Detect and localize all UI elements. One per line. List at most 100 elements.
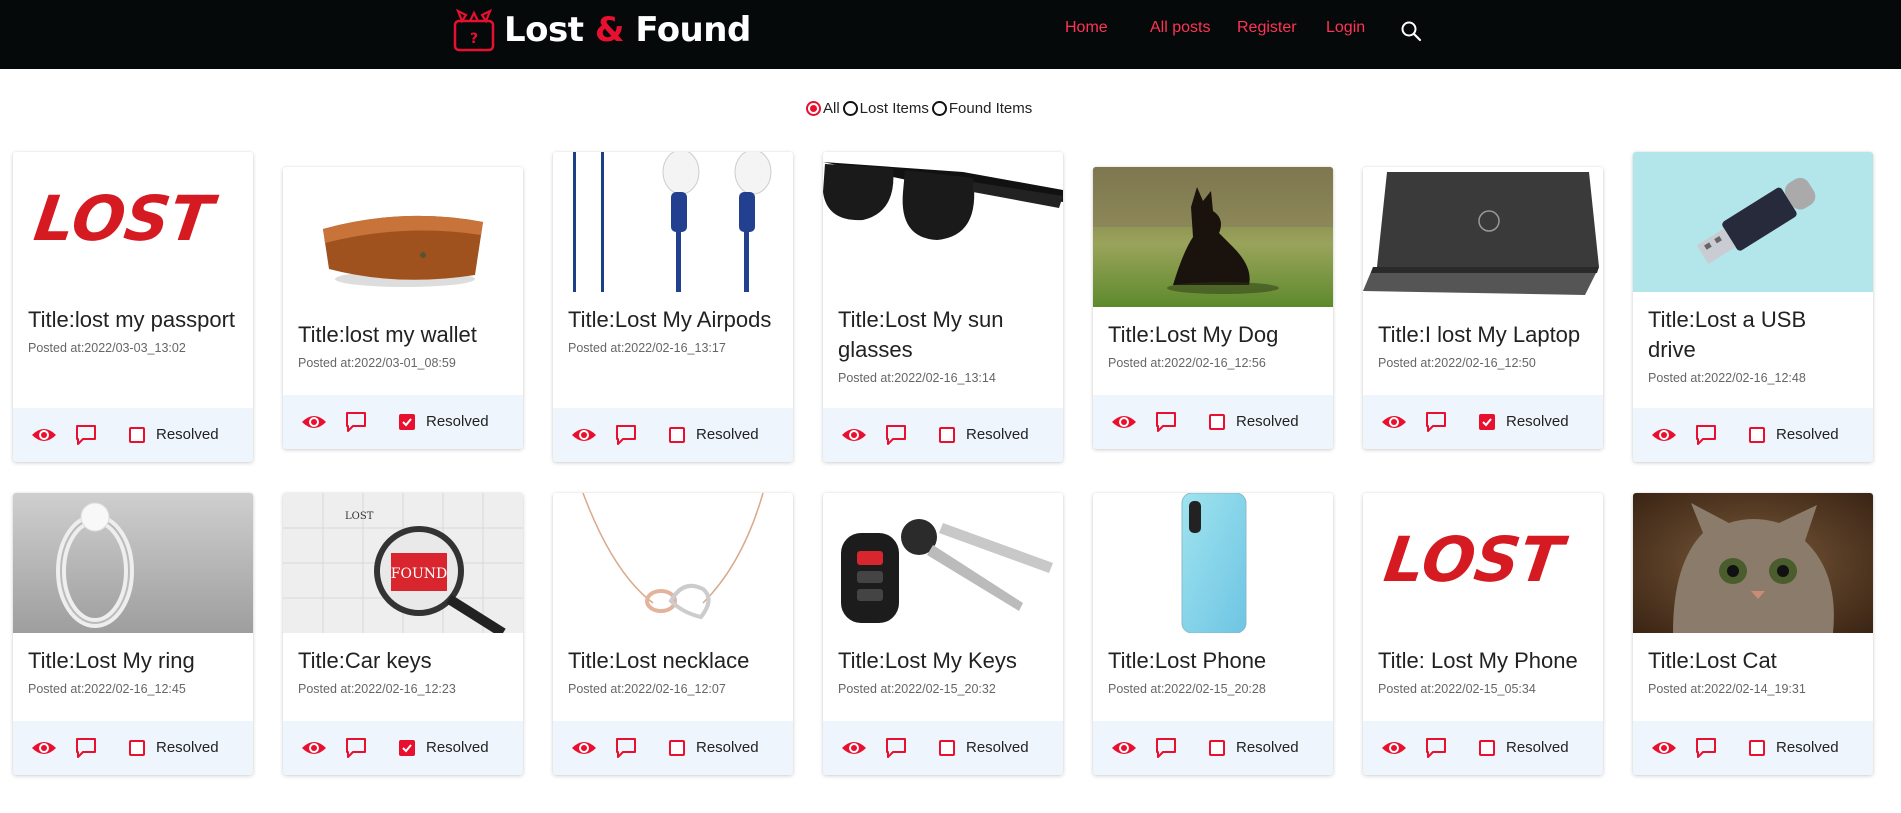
comment-icon[interactable]	[344, 410, 368, 434]
comment-icon[interactable]	[884, 423, 908, 447]
post-card[interactable]: Title:Lost My Keys Posted at:2022/02-15_2…	[823, 493, 1063, 775]
view-eye-icon[interactable]	[31, 737, 57, 759]
post-card[interactable]: Title:Lost a USB drive Posted at:2022/02-…	[1633, 152, 1873, 462]
post-card[interactable]: Title:I lost My Laptop Posted at:2022/02-…	[1363, 167, 1603, 449]
post-title[interactable]: Title:Lost necklace	[553, 633, 793, 676]
resolved-checkbox[interactable]	[129, 740, 145, 756]
necklace-image	[553, 493, 793, 633]
resolved-checkbox[interactable]	[939, 740, 955, 756]
brand-name: Lost & Found	[504, 10, 751, 50]
view-eye-icon[interactable]	[31, 424, 57, 446]
post-title[interactable]: Title:lost my wallet	[283, 307, 523, 350]
post-date: Posted at:2022/02-16_12:48	[1648, 371, 1806, 385]
nav-all-posts[interactable]: All posts	[1150, 19, 1210, 37]
filter-all[interactable]: All	[806, 100, 840, 117]
nav-register[interactable]: Register	[1237, 19, 1297, 37]
post-card[interactable]: LOST Title:lost my passport Posted at:2022…	[13, 152, 253, 462]
comment-icon[interactable]	[74, 736, 98, 760]
comment-icon[interactable]	[1424, 736, 1448, 760]
resolved-checkbox[interactable]	[1209, 740, 1225, 756]
laptop-image	[1363, 167, 1603, 307]
comment-icon[interactable]	[1694, 423, 1718, 447]
resolved-checkbox[interactable]	[1479, 740, 1495, 756]
post-title[interactable]: Title:Lost a USB drive	[1633, 292, 1873, 365]
resolved-checkbox[interactable]	[1749, 427, 1765, 443]
resolved-checkbox[interactable]	[1479, 414, 1495, 430]
resolved-checkbox[interactable]	[669, 740, 685, 756]
resolved-checkbox[interactable]	[1749, 740, 1765, 756]
post-card[interactable]: Title:Lost My ring Posted at:2022/02-16_1…	[13, 493, 253, 775]
radio-button[interactable]	[842, 101, 858, 116]
wallet-image	[283, 167, 523, 307]
view-eye-icon[interactable]	[1381, 411, 1407, 433]
car-keys-image	[823, 493, 1063, 633]
post-title[interactable]: Title:Car keys	[283, 633, 523, 676]
view-eye-icon[interactable]	[301, 411, 327, 433]
nav-home[interactable]: Home	[1065, 19, 1108, 37]
view-eye-icon[interactable]	[1111, 411, 1137, 433]
post-date: Posted at:2022/02-15_20:32	[838, 682, 996, 696]
filter-lost-items[interactable]: Lost Items	[842, 100, 929, 117]
view-eye-icon[interactable]	[571, 424, 597, 446]
view-eye-icon[interactable]	[841, 737, 867, 759]
post-title[interactable]: Title: Lost My Phone	[1363, 633, 1603, 676]
post-date: Posted at:2022/02-16_13:17	[568, 341, 726, 355]
post-title[interactable]: Title:Lost Cat	[1633, 633, 1873, 676]
view-eye-icon[interactable]	[1111, 737, 1137, 759]
brand-logo[interactable]: ? Lost & Found	[452, 6, 751, 54]
radio-button[interactable]	[931, 101, 947, 116]
post-actions: Resolved	[13, 721, 253, 775]
comment-icon[interactable]	[1694, 736, 1718, 760]
radio-button[interactable]	[806, 101, 821, 116]
view-eye-icon[interactable]	[1381, 737, 1407, 759]
post-title[interactable]: Title:lost my passport	[13, 292, 253, 335]
comment-icon[interactable]	[614, 736, 638, 760]
search-icon[interactable]	[1399, 19, 1423, 43]
post-title[interactable]: Title:Lost Phone	[1093, 633, 1333, 676]
post-title[interactable]: Title:Lost My ring	[13, 633, 253, 676]
dog-image	[1093, 167, 1333, 307]
view-eye-icon[interactable]	[1651, 424, 1677, 446]
post-card[interactable]: Title:lost my wallet Posted at:2022/03-01…	[283, 167, 523, 449]
post-card[interactable]: Title:Lost Cat Posted at:2022/02-14_19:31…	[1633, 493, 1873, 775]
comment-icon[interactable]	[614, 423, 638, 447]
view-eye-icon[interactable]	[571, 737, 597, 759]
post-title[interactable]: Title:Lost My Airpods	[553, 292, 793, 335]
post-date: Posted at:2022/02-15_05:34	[1378, 682, 1536, 696]
comment-icon[interactable]	[884, 736, 908, 760]
comment-icon[interactable]	[1154, 736, 1178, 760]
post-actions: Resolved	[1093, 395, 1333, 449]
resolved-checkbox[interactable]	[939, 427, 955, 443]
resolved-checkbox[interactable]	[129, 427, 145, 443]
filter-found-items[interactable]: Found Items	[931, 100, 1032, 117]
nav-login[interactable]: Login	[1326, 19, 1365, 37]
resolved-label: Resolved	[426, 413, 489, 430]
comment-icon[interactable]	[344, 736, 368, 760]
post-card[interactable]: Title:Lost Phone Posted at:2022/02-15_20:…	[1093, 493, 1333, 775]
view-eye-icon[interactable]	[841, 424, 867, 446]
post-title[interactable]: Title:Lost My sun glasses	[823, 292, 1063, 365]
resolved-checkbox[interactable]	[399, 740, 415, 756]
resolved-label: Resolved	[156, 739, 219, 756]
post-card[interactable]: Title:Lost My Dog Posted at:2022/02-16_12…	[1093, 167, 1333, 449]
post-card[interactable]: LOST FOUND Title:Car keys Posted at:2022/02…	[283, 493, 523, 775]
resolved-checkbox[interactable]	[669, 427, 685, 443]
post-date: Posted at:2022/02-16_13:14	[838, 371, 996, 385]
post-card[interactable]: Title:Lost necklace Posted at:2022/02-16_…	[553, 493, 793, 775]
post-card[interactable]: Title:Lost My sun glasses Posted at:2022/…	[823, 152, 1063, 462]
view-eye-icon[interactable]	[301, 737, 327, 759]
post-card[interactable]: Title:Lost My Airpods Posted at:2022/02-1…	[553, 152, 793, 462]
comment-icon[interactable]	[1424, 410, 1448, 434]
resolved-checkbox[interactable]	[1209, 414, 1225, 430]
post-card[interactable]: LOST Title: Lost My Phone Posted at:2022/0…	[1363, 493, 1603, 775]
post-title[interactable]: Title:Lost My Dog	[1093, 307, 1333, 350]
view-eye-icon[interactable]	[1651, 737, 1677, 759]
post-actions: Resolved	[823, 408, 1063, 462]
post-title[interactable]: Title:Lost My Keys	[823, 633, 1063, 676]
comment-icon[interactable]	[1154, 410, 1178, 434]
post-title[interactable]: Title:I lost My Laptop	[1363, 307, 1603, 350]
comment-icon[interactable]	[74, 423, 98, 447]
resolved-label: Resolved	[1236, 739, 1299, 756]
resolved-checkbox[interactable]	[399, 414, 415, 430]
post-date: Posted at:2022/02-16_12:23	[298, 682, 456, 696]
